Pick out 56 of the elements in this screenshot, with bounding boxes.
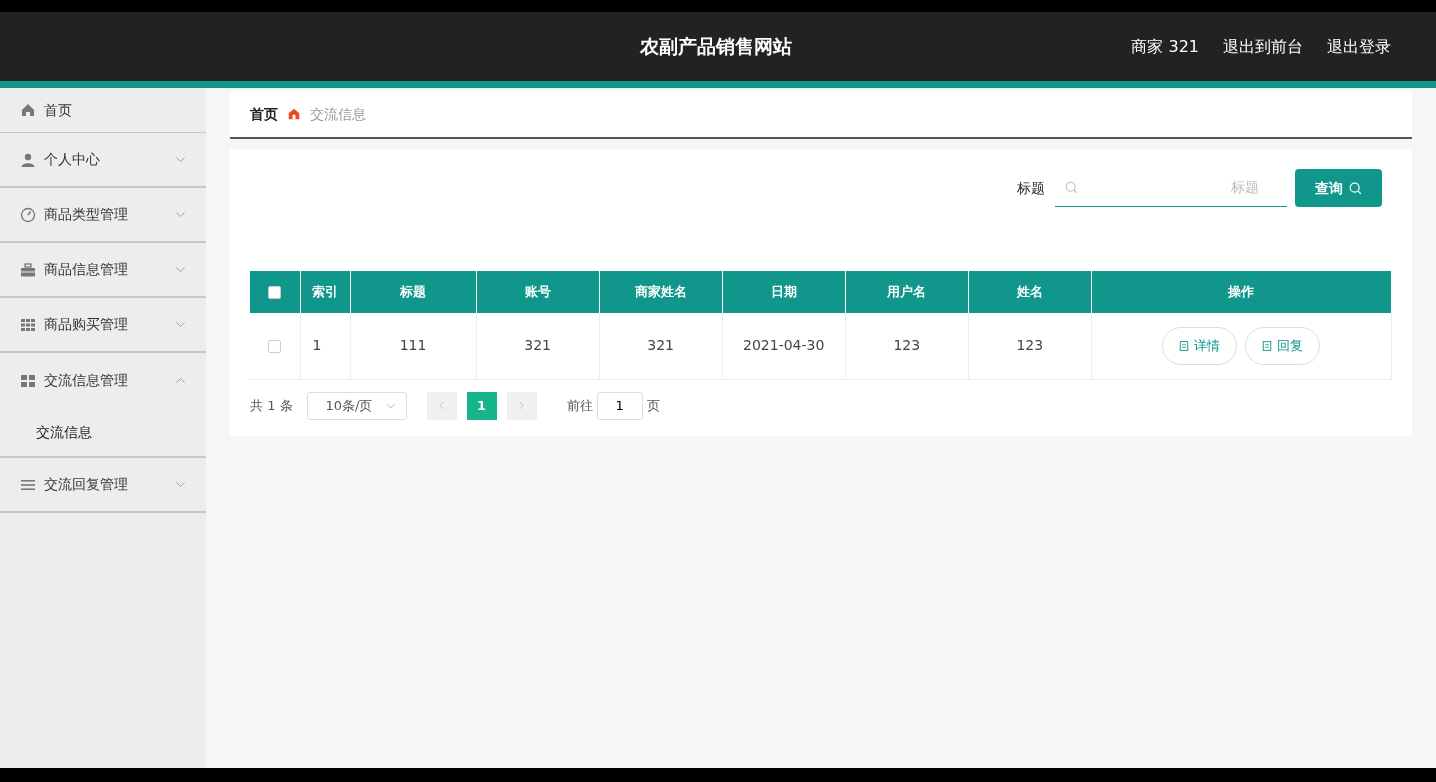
breadcrumb-item[interactable]: 首页 xyxy=(250,103,278,125)
table-cell: 2021-04-30 xyxy=(722,313,846,379)
query-button[interactable]: 查询 xyxy=(1295,169,1382,207)
total-count: 共 1 条 xyxy=(250,396,293,415)
site-title: 农副产品销售网站 xyxy=(638,34,793,60)
chevron-right-icon xyxy=(517,401,527,410)
table-cell: 123 xyxy=(968,313,1092,379)
table-cell: 321 xyxy=(476,313,600,379)
table-cell: 1 xyxy=(300,313,351,379)
sidebar-subitem[interactable]: 交流信息 xyxy=(0,408,206,458)
header-link[interactable]: 退出到前台 xyxy=(1223,34,1303,59)
select-all-checkbox[interactable] xyxy=(268,286,282,300)
next-page-button[interactable] xyxy=(506,391,537,420)
search-label: 标题 xyxy=(1017,178,1045,198)
previous-page-button[interactable] xyxy=(426,391,457,420)
search-icon xyxy=(1065,181,1078,194)
column-header: 索引 xyxy=(300,271,351,313)
breadcrumb-item: 交流信息 xyxy=(310,104,366,124)
house-icon xyxy=(288,108,300,120)
page-suffix: 页 xyxy=(646,396,660,415)
page-size-select[interactable]: 10条/页 xyxy=(306,391,407,420)
briefcase-icon xyxy=(20,261,36,278)
header-link[interactable]: 商家 321 xyxy=(1131,34,1199,59)
sidebar-item[interactable]: 商品信息管理 xyxy=(0,243,206,298)
column-header: 标题 xyxy=(350,271,477,313)
tiles-icon xyxy=(20,372,36,389)
table-cell: 321 xyxy=(599,313,723,379)
column-header: 姓名 xyxy=(968,271,1092,313)
header-link[interactable]: 退出登录 xyxy=(1327,34,1391,59)
column-header: 账号 xyxy=(476,271,600,313)
search-icon xyxy=(1349,181,1362,195)
chevron-left-icon xyxy=(437,401,447,410)
column-header: 商家姓名 xyxy=(599,271,723,313)
sidebar-item[interactable]: 交流回复管理 xyxy=(0,458,206,513)
gauge-icon xyxy=(20,206,36,223)
table-cell: 123 xyxy=(845,313,969,379)
goto-label: 前往 xyxy=(566,396,593,415)
page-jump-field[interactable]: 1 xyxy=(596,391,643,420)
sidebar-item[interactable]: 个人中心 xyxy=(0,133,206,188)
action-button[interactable]: 回复 xyxy=(1245,326,1321,365)
table-cell: 111 xyxy=(350,313,477,379)
row-checkbox[interactable] xyxy=(268,339,282,353)
sidebar-item[interactable]: 首页 xyxy=(0,88,206,133)
sidebar-item[interactable]: 交流信息管理 xyxy=(0,353,206,408)
action-button[interactable]: 详情 xyxy=(1162,326,1238,365)
grid-icon xyxy=(20,316,36,333)
column-header: 用户名 xyxy=(845,271,969,313)
search-field[interactable]: 标题 xyxy=(1055,169,1287,207)
house-icon xyxy=(20,102,36,118)
person-icon xyxy=(20,151,36,168)
sidebar-item[interactable]: 商品类型管理 xyxy=(0,188,206,243)
column-header: 日期 xyxy=(722,271,846,313)
document-icon xyxy=(1262,340,1273,351)
document-icon xyxy=(1179,340,1190,351)
column-header: 操作 xyxy=(1091,271,1392,313)
sidebar-item[interactable]: 商品购买管理 xyxy=(0,298,206,353)
